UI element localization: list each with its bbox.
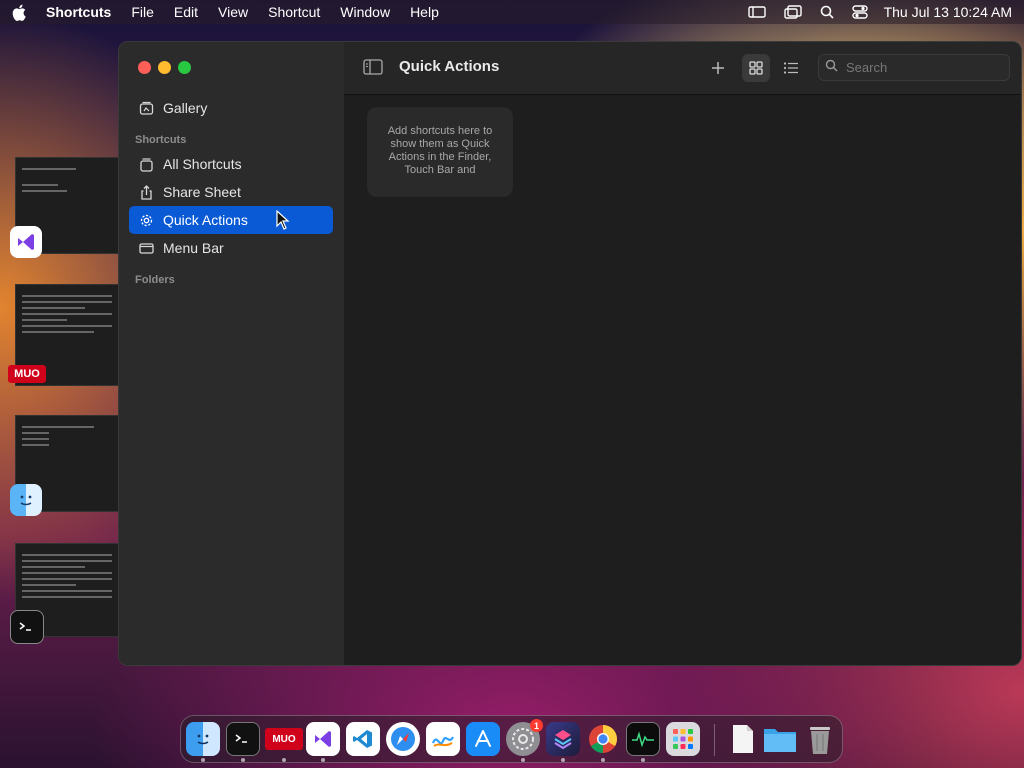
menubar-icon [138,240,154,256]
sidebar-item-label: Gallery [163,100,208,116]
sidebar-item-gallery[interactable]: Gallery [129,94,333,122]
menu-app-name[interactable]: Shortcuts [46,4,111,20]
add-shortcut-button[interactable] [704,54,732,82]
list-view-button[interactable] [777,54,805,82]
main-content: Quick Actions Add shortcuts here to show… [344,42,1021,665]
shortcuts-window: Gallery Shortcuts All Shortcuts Share Sh… [118,41,1022,666]
muo-thumb-icon: MUO [8,365,46,383]
sidebar-item-label: Menu Bar [163,240,224,256]
dock-running-indicator [561,758,565,762]
empty-state-card: Add shortcuts here to show them as Quick… [367,107,513,197]
gear-icon [138,212,154,228]
dock-running-indicator [521,758,525,762]
dock-folder-icon[interactable] [763,722,797,756]
stage-manager-icon[interactable] [783,5,802,19]
search-field[interactable] [818,54,1010,81]
sidebar-item-quick-actions[interactable]: Quick Actions [129,206,333,234]
menu-shortcut[interactable]: Shortcut [268,4,320,20]
dock-shortcuts-icon[interactable] [546,722,580,756]
dock-running-indicator [321,758,325,762]
dock-document-icon[interactable] [726,722,760,756]
menu-clock[interactable]: Thu Jul 13 10:24 AM [884,4,1012,20]
sidebar-section-shortcuts: Shortcuts [135,134,187,146]
dock-running-indicator [241,758,245,762]
window-controls [138,61,198,74]
grid-view-button[interactable] [742,54,770,82]
close-button[interactable] [138,61,151,74]
search-input[interactable] [844,59,998,76]
plus-icon [712,62,724,74]
gallery-icon [138,100,154,116]
sidebar-item-menu-bar[interactable]: Menu Bar [129,234,333,262]
share-icon [138,184,154,200]
terminal-thumb-icon [10,610,44,644]
mouse-cursor-icon [276,209,290,235]
menu-file[interactable]: File [131,4,154,20]
dock-freeform-icon[interactable] [426,722,460,756]
dock-muo-icon[interactable]: MUO [265,728,303,750]
sidebar-toggle-icon[interactable] [363,59,383,80]
dock-app-store-icon[interactable] [466,722,500,756]
menu-edit[interactable]: Edit [174,4,198,20]
finder-thumb-icon [10,484,42,516]
search-icon [825,59,838,77]
sidebar-item-label: Share Sheet [163,184,241,200]
screen-mirror-icon[interactable] [747,5,766,19]
dock-running-indicator [201,758,205,762]
dock-vscode-icon[interactable] [346,722,380,756]
menu-window[interactable]: Window [340,4,390,20]
grid-icon [749,61,763,75]
dock-activity-monitor-icon[interactable] [626,722,660,756]
list-icon [783,62,798,74]
sidebar-item-share-sheet[interactable]: Share Sheet [129,178,333,206]
menu-help[interactable]: Help [410,4,439,20]
minimize-button[interactable] [158,61,171,74]
dock-trash-icon[interactable] [803,722,837,756]
spotlight-icon[interactable] [820,5,834,19]
dock-running-indicator [641,758,645,762]
dock-launchpad-icon[interactable] [666,722,700,756]
dock-chrome-icon[interactable] [586,722,620,756]
sidebar-item-all-shortcuts[interactable]: All Shortcuts [129,150,333,178]
zoom-button[interactable] [178,61,191,74]
menu-view[interactable]: View [218,4,248,20]
muo-thumb-label: MUO [14,368,40,380]
page-title: Quick Actions [399,58,500,75]
dock-safari-icon[interactable] [386,722,420,756]
sidebar: Gallery Shortcuts All Shortcuts Share Sh… [119,42,345,665]
visual-studio-thumb-icon [10,226,42,258]
sidebar-item-label: Quick Actions [163,212,248,228]
dock-running-indicator [601,758,605,762]
dock: MUO 1 [180,715,843,763]
dock-running-indicator [282,758,286,762]
dock-system-settings-icon[interactable]: 1 [506,719,543,756]
notification-badge: 1 [530,719,543,732]
apple-menu-icon[interactable] [12,3,28,21]
toolbar: Quick Actions [344,42,1021,95]
empty-state-message: Add shortcuts here to show them as Quick… [387,125,493,176]
sidebar-section-folders: Folders [135,274,175,286]
menu-bar: Shortcuts File Edit View Shortcut Window… [0,0,1024,24]
dock-terminal-icon[interactable] [226,722,260,756]
sidebar-item-label: All Shortcuts [163,156,242,172]
dock-separator [714,724,715,756]
dock-muo-label: MUO [272,733,296,745]
stack-icon [138,156,154,172]
dock-finder-icon[interactable] [186,722,220,756]
control-center-icon[interactable] [851,5,868,19]
dock-visual-studio-icon[interactable] [306,722,340,756]
